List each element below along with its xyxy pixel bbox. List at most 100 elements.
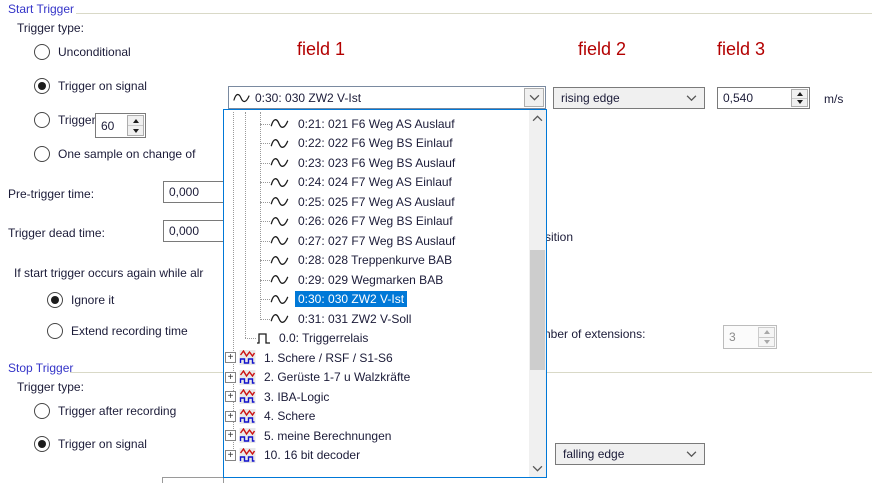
spin-up-button[interactable]: [128, 116, 143, 126]
annotation-field-3: field 3: [717, 39, 765, 60]
scrollbar[interactable]: [529, 110, 546, 477]
expand-plus-icon[interactable]: +: [225, 430, 236, 441]
expand-plus-icon[interactable]: +: [225, 391, 236, 402]
radio-trigger-on-signal[interactable]: Trigger on signal: [34, 78, 147, 94]
list-item[interactable]: 0:29: 029 Wegmarken BAB: [224, 270, 529, 290]
expand-plus-icon[interactable]: +: [225, 372, 236, 383]
list-item[interactable]: 0:22: 022 F6 Weg BS Einlauf: [224, 134, 529, 154]
list-item-selected[interactable]: 0:30: 030 ZW2 V-Ist: [224, 290, 529, 310]
signal-combobox[interactable]: 0:30: 030 ZW2 V-Ist: [228, 86, 546, 109]
chevron-down-icon: [529, 94, 540, 101]
list-item-label: 5. meine Berechnungen: [261, 428, 394, 444]
radio-circle[interactable]: [34, 403, 50, 419]
signal-group-icon: [239, 389, 256, 404]
list-item[interactable]: 0:28: 028 Treppenkurve BAB: [224, 251, 529, 271]
spinner-buttons: [127, 115, 144, 136]
list-item-label: 0.0: Triggerrelais: [276, 330, 371, 346]
radio-stop-trigger-on-signal[interactable]: Trigger on signal: [34, 436, 147, 452]
tree-group-item[interactable]: + 10. 16 bit decoder: [224, 446, 529, 466]
list-item[interactable]: 0:31: 031 ZW2 V-Soll: [224, 309, 529, 329]
tree-group-item[interactable]: + 3. IBA-Logic: [224, 387, 529, 407]
radio-label: Ignore it: [71, 293, 114, 307]
list-item-label: 1. Schere / RSF / S1-S6: [261, 350, 396, 366]
radio-circle-selected[interactable]: [47, 292, 63, 308]
analog-signal-icon: [270, 137, 290, 150]
stop-signal-combobox-partial[interactable]: [162, 477, 224, 483]
list-item[interactable]: 0:26: 026 F7 Weg BS Einlauf: [224, 212, 529, 232]
spinner-value: 60: [101, 119, 114, 133]
spinner-buttons: [791, 89, 808, 107]
tree-group-item[interactable]: + 5. meine Berechnungen: [224, 426, 529, 446]
list-item[interactable]: 0:27: 027 F7 Weg BS Auslauf: [224, 231, 529, 251]
number-of-extensions-label: nber of extensions:: [544, 327, 645, 341]
spin-up-button: [759, 328, 774, 338]
expand-plus-icon[interactable]: +: [225, 450, 236, 461]
unit-label: m/s: [824, 92, 843, 106]
list-item-label: 0:29: 029 Wegmarken BAB: [295, 272, 446, 288]
analog-signal-icon: [270, 117, 290, 130]
combobox-dropdown-button[interactable]: [524, 88, 544, 107]
spinner-value: 0,540: [723, 91, 753, 105]
expand-plus-icon[interactable]: +: [225, 352, 236, 363]
list-item[interactable]: 0:21: 021 F6 Weg AS Auslauf: [224, 114, 529, 134]
radio-label: Unconditional: [58, 45, 131, 59]
list-item[interactable]: 0:23: 023 F6 Weg BS Auslauf: [224, 153, 529, 173]
radio-trigger-after-recording[interactable]: Trigger after recording: [34, 403, 176, 419]
edge-combobox[interactable]: rising edge: [553, 87, 705, 109]
radio-circle[interactable]: [34, 146, 50, 162]
scroll-down-button[interactable]: [529, 460, 546, 477]
analog-signal-icon: [270, 195, 290, 208]
radio-circle[interactable]: [47, 323, 63, 339]
trigger-settings-panel: Start Trigger Trigger type: Unconditiona…: [0, 0, 872, 483]
analog-signal-icon: [270, 312, 290, 325]
start-trigger-group-line: [76, 13, 872, 14]
scrollbar-thumb[interactable]: [530, 250, 545, 370]
radio-extend-recording[interactable]: Extend recording time: [47, 323, 188, 339]
list-item[interactable]: 0:25: 025 F7 Weg AS Auslauf: [224, 192, 529, 212]
tree-group-item[interactable]: + 2. Gerüste 1-7 u Walzkräfte: [224, 368, 529, 388]
radio-one-sample[interactable]: One sample on change of: [34, 146, 195, 162]
trigger-every-spinner[interactable]: 60: [95, 113, 146, 138]
extensions-spinner-disabled: 3: [723, 325, 777, 349]
stop-trigger-group-title: Stop Trigger: [8, 361, 73, 375]
list-item[interactable]: 0:24: 024 F7 Weg AS Einlauf: [224, 173, 529, 193]
start-trigger-type-label: Trigger type:: [17, 21, 84, 35]
spinner-buttons: [758, 327, 775, 347]
tree-group-item[interactable]: + 4. Schere: [224, 407, 529, 427]
radio-circle[interactable]: [34, 112, 50, 128]
spin-down-button[interactable]: [128, 126, 143, 135]
list-item-label: 0:26: 026 F7 Weg BS Einlauf: [295, 213, 456, 229]
stop-edge-combobox[interactable]: falling edge: [555, 443, 705, 465]
expand-plus-icon[interactable]: +: [225, 411, 236, 422]
radio-circle-selected[interactable]: [34, 78, 50, 94]
edge-combobox-value: falling edge: [563, 447, 624, 461]
scroll-up-button[interactable]: [529, 110, 546, 127]
radio-unconditional[interactable]: Unconditional: [34, 44, 131, 60]
radio-label: Extend recording time: [71, 324, 188, 338]
analog-signal-icon: [270, 273, 290, 286]
analog-signal-icon: [270, 156, 290, 169]
input-value: 0,000: [169, 224, 199, 238]
analog-signal-icon: [233, 92, 251, 104]
annotation-field-2: field 2: [578, 39, 626, 60]
list-item[interactable]: 0.0: Triggerrelais: [224, 329, 529, 349]
radio-label: Trigger on signal: [58, 79, 147, 93]
trigger-level-spinner[interactable]: 0,540: [717, 87, 810, 109]
signal-group-icon: [239, 370, 256, 385]
digital-signal-icon: [257, 332, 271, 344]
tree-group-item[interactable]: + 1. Schere / RSF / S1-S6: [224, 348, 529, 368]
radio-ignore-it[interactable]: Ignore it: [47, 292, 114, 308]
analog-signal-icon: [270, 254, 290, 267]
list-item-label: 0:27: 027 F7 Weg BS Auslauf: [295, 233, 458, 249]
trigger-dead-time-label: Trigger dead time:: [8, 226, 105, 240]
list-item-label: 0:21: 021 F6 Weg AS Auslauf: [295, 116, 458, 132]
list-item-label: 0:23: 023 F6 Weg BS Auslauf: [295, 155, 458, 171]
signal-tree: 0:21: 021 F6 Weg AS Auslauf 0:22: 022 F6…: [224, 112, 529, 477]
signal-dropdown-list: 0:21: 021 F6 Weg AS Auslauf 0:22: 022 F6…: [223, 109, 547, 478]
spin-up-button[interactable]: [792, 90, 807, 99]
radio-circle-selected[interactable]: [34, 436, 50, 452]
radio-circle[interactable]: [34, 44, 50, 60]
input-value: 0,000: [169, 185, 199, 199]
spin-down-button[interactable]: [792, 99, 807, 107]
position-text-fragment: sition: [545, 230, 573, 244]
